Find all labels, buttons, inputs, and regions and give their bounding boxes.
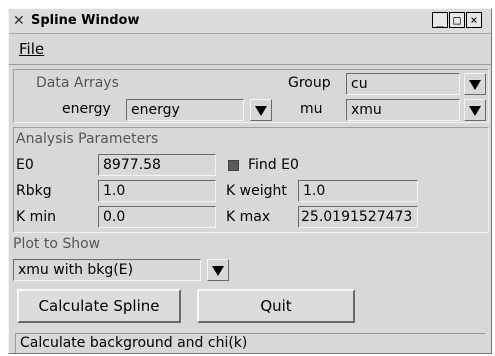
group-field[interactable]: cu — [346, 73, 460, 95]
menu-bar: File — [9, 34, 491, 65]
kmin-field[interactable]: 0.0 — [98, 206, 216, 228]
maximize-button[interactable]: □ — [449, 12, 465, 28]
quit-button[interactable]: Quit — [197, 289, 355, 323]
kweight-label: K weight — [226, 183, 287, 199]
energy-field[interactable]: energy — [126, 99, 244, 121]
mu-dropdown-button[interactable] — [464, 99, 486, 121]
data-arrays-section: Data Arrays Group cu energy energy mu xm… — [13, 69, 489, 123]
title-bar[interactable]: ✕ Spline Window _ □ × — [9, 9, 491, 34]
group-dropdown-button[interactable] — [464, 73, 486, 95]
status-bar: Calculate background and chi(k) — [15, 333, 485, 353]
mu-label: mu — [300, 101, 323, 117]
group-label: Group — [288, 75, 331, 91]
data-arrays-heading: Data Arrays — [36, 75, 119, 91]
minimize-button[interactable]: _ — [432, 12, 448, 28]
e0-label: E0 — [16, 157, 34, 173]
x-logo-icon: ✕ — [13, 13, 25, 29]
rbkg-label: Rbkg — [16, 183, 52, 199]
mu-field[interactable]: xmu — [346, 99, 460, 121]
plot-heading: Plot to Show — [13, 236, 101, 252]
chevron-down-icon — [212, 266, 224, 276]
rbkg-field[interactable]: 1.0 — [98, 180, 216, 202]
find-e0-checkbox[interactable] — [228, 160, 239, 171]
spline-window: ✕ Spline Window _ □ × File Data Arrays G… — [8, 8, 492, 354]
calculate-spline-button[interactable]: Calculate Spline — [17, 289, 181, 323]
window-title: Spline Window — [31, 13, 140, 28]
chevron-down-icon — [469, 80, 481, 90]
plot-dropdown-button[interactable] — [207, 259, 229, 281]
plot-select-field[interactable]: xmu with bkg(E) — [13, 259, 201, 281]
close-button[interactable]: × — [466, 12, 482, 28]
chevron-down-icon — [255, 106, 267, 116]
energy-label: energy — [62, 101, 111, 117]
kweight-field[interactable]: 1.0 — [298, 180, 418, 202]
find-e0-label: Find E0 — [248, 157, 299, 173]
kmin-label: K min — [16, 209, 57, 225]
kmax-label: K max — [226, 209, 271, 225]
analysis-parameters-section: Analysis Parameters E0 8977.58 Find E0 R… — [13, 127, 489, 233]
energy-dropdown-button[interactable] — [250, 99, 272, 121]
e0-field[interactable]: 8977.58 — [98, 154, 216, 176]
analysis-heading: Analysis Parameters — [16, 131, 159, 147]
status-text: Calculate background and chi(k) — [20, 335, 248, 351]
chevron-down-icon — [469, 106, 481, 116]
menu-file[interactable]: File — [19, 40, 44, 58]
kmax-field[interactable]: 25.0191527473 — [298, 206, 418, 228]
